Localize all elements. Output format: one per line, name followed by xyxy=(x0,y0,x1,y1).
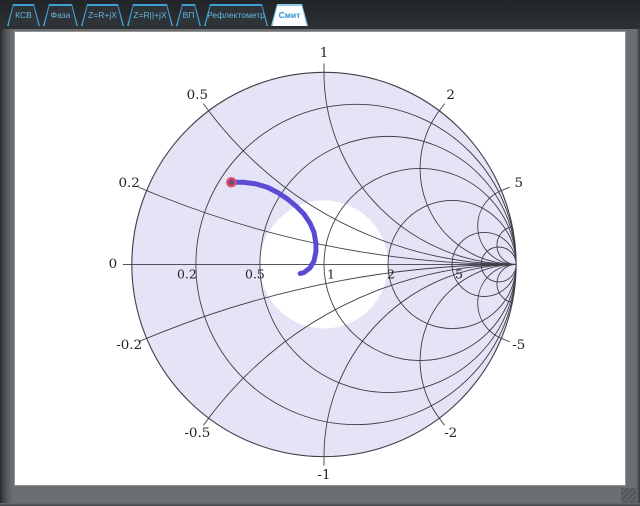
svg-text:0.2: 0.2 xyxy=(118,176,139,191)
tab-phase[interactable]: Фаза xyxy=(43,4,78,26)
svg-text:-1: -1 xyxy=(317,468,330,483)
tab-label: Z=R+jX xyxy=(81,4,124,26)
svg-text:0.2: 0.2 xyxy=(177,266,197,281)
svg-text:0.5: 0.5 xyxy=(245,266,265,281)
tab-label: Z=R||+jX xyxy=(127,4,173,26)
tab-bar: КСВ Фаза Z=R+jX Z=R||+jX ВП Рефлектометр… xyxy=(0,0,640,29)
svg-text:2: 2 xyxy=(446,88,455,103)
svg-text:1: 1 xyxy=(320,46,329,61)
tab-vp[interactable]: ВП xyxy=(176,4,201,26)
resize-grip[interactable] xyxy=(621,488,636,503)
svg-text:0: 0 xyxy=(109,257,118,272)
svg-text:5: 5 xyxy=(515,176,524,191)
svg-text:5: 5 xyxy=(455,266,463,281)
trace-marker xyxy=(227,178,235,186)
svg-text:-0.5: -0.5 xyxy=(184,426,210,441)
content-panel: 1 0.5 2 0.2 5 0 -0.2 -5 -0.5 -2 -1 0.2 0.5 1 2 5 xyxy=(14,31,626,486)
tab-smith[interactable]: Смит xyxy=(271,4,308,26)
tab-label: Фаза xyxy=(43,4,78,26)
svg-text:-2: -2 xyxy=(444,426,457,441)
tab-label: ВП xyxy=(176,4,201,26)
svg-text:1: 1 xyxy=(327,266,335,281)
svg-text:0.5: 0.5 xyxy=(187,88,208,103)
tab-label: КСВ xyxy=(7,4,40,26)
svg-text:-5: -5 xyxy=(512,338,525,353)
tab-ksv[interactable]: КСВ xyxy=(7,4,40,26)
tab-z-series[interactable]: Z=R+jX xyxy=(81,4,124,26)
tab-z-parallel[interactable]: Z=R||+jX xyxy=(127,4,173,26)
tab-label: Рефлектометр xyxy=(204,4,268,26)
window-left-edge xyxy=(0,0,13,506)
svg-text:2: 2 xyxy=(387,266,395,281)
svg-text:-0.2: -0.2 xyxy=(116,338,142,353)
window-right-edge xyxy=(636,0,640,506)
tab-reflectometer[interactable]: Рефлектометр xyxy=(204,4,268,26)
smith-chart: 1 0.5 2 0.2 5 0 -0.2 -5 -0.5 -2 -1 0.2 0.5 1 2 5 xyxy=(15,32,625,485)
tab-label: Смит xyxy=(271,4,308,26)
